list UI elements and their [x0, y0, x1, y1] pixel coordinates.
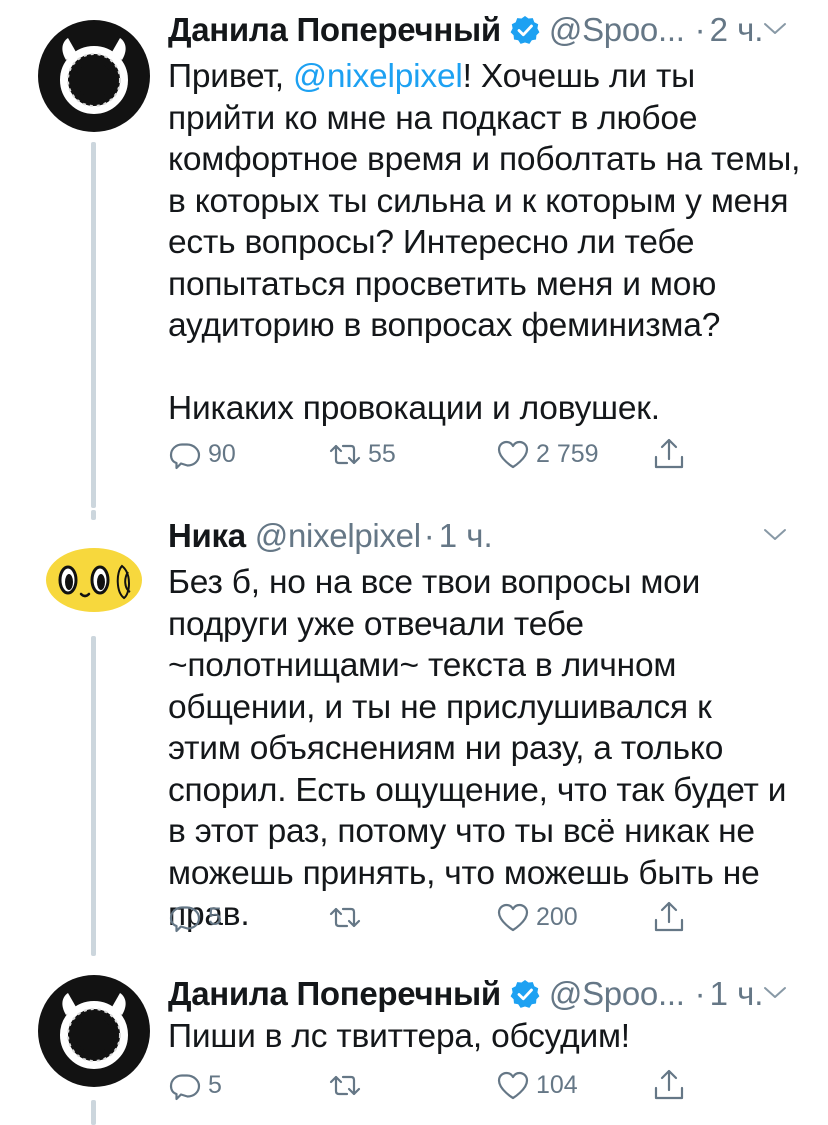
verified-badge-icon — [509, 979, 540, 1009]
share-icon — [654, 438, 684, 469]
like-button[interactable]: 200 — [496, 900, 578, 934]
tweet-3[interactable]: Данила Поперечный @Spoo... · 1 ч. Пиши в… — [0, 960, 828, 1125]
author-handle[interactable]: @Spoo... — [549, 975, 685, 1013]
thread-line — [91, 636, 96, 956]
reply-count: 5 — [208, 902, 222, 931]
retweet-icon — [329, 444, 361, 465]
reply-count: 5 — [208, 1070, 222, 1099]
share-icon — [654, 1069, 684, 1100]
tweet-header: Ника @nixelpixel · 1 ч. — [168, 514, 788, 558]
reply-icon — [169, 906, 201, 933]
text-fragment: ! Хочешь ли ты прийти ко мне на подкаст … — [168, 58, 801, 344]
chevron-down-icon[interactable] — [762, 522, 788, 548]
reply-button[interactable]: 5 — [168, 1068, 222, 1102]
action-bar: 5 104 — [168, 1068, 728, 1108]
avatar[interactable] — [38, 975, 150, 1087]
tweet-paragraph: Пиши в лс твиттера, обсудим! — [168, 1018, 630, 1055]
timestamp[interactable]: 1 ч. — [439, 517, 493, 555]
like-count: 200 — [536, 902, 578, 931]
share-button[interactable] — [652, 900, 686, 934]
retweet-count: 55 — [368, 439, 396, 468]
timestamp[interactable]: 1 ч. — [710, 975, 764, 1013]
reply-button[interactable]: 5 — [168, 900, 222, 934]
tweet-2[interactable]: Ника @nixelpixel · 1 ч. Без б, но на все… — [0, 510, 828, 960]
logo-avatar-icon — [38, 975, 150, 1087]
retweet-icon — [329, 1075, 361, 1096]
verified-badge-icon — [509, 15, 540, 45]
tweet-text: Без б, но на все твои вопросы мои подруг… — [168, 562, 793, 936]
heart-icon — [497, 903, 529, 932]
heart-icon — [497, 440, 529, 469]
author-handle[interactable]: @nixelpixel — [255, 517, 421, 555]
reply-icon — [169, 443, 201, 470]
separator: · — [694, 11, 706, 48]
like-button[interactable]: 2 759 — [496, 437, 599, 471]
share-button[interactable] — [652, 437, 686, 471]
action-bar: 5 200 — [168, 900, 728, 940]
tweet-text: Привет, @nixelpixel! Хочешь ли ты прийти… — [168, 56, 808, 430]
author-name[interactable]: Ника — [168, 517, 246, 555]
author-name[interactable]: Данила Поперечный — [168, 975, 501, 1013]
share-icon — [654, 901, 684, 932]
retweet-button[interactable] — [328, 900, 368, 934]
thread-line-top — [91, 510, 96, 520]
action-bar: 90 55 2 759 — [168, 437, 728, 477]
separator: · — [423, 517, 435, 554]
share-button[interactable] — [652, 1068, 686, 1102]
heart-icon — [497, 1071, 529, 1100]
like-count: 104 — [536, 1070, 578, 1099]
tweet-1[interactable]: Данила Поперечный @Spoo... · 2 ч. Привет… — [0, 0, 828, 510]
logo-avatar-icon — [38, 20, 150, 132]
author-handle[interactable]: @Spoo... — [549, 11, 685, 49]
retweet-button[interactable] — [328, 1068, 368, 1102]
like-button[interactable]: 104 — [496, 1068, 578, 1102]
chevron-down-icon[interactable] — [762, 16, 788, 42]
tweet-paragraph: Без б, но на все твои вопросы мои подруг… — [168, 564, 787, 933]
avatar[interactable] — [38, 522, 150, 634]
tweet-text: Пиши в лс твиттера, обсудим! — [168, 1016, 808, 1058]
timestamp[interactable]: 2 ч. — [710, 11, 764, 49]
tweet-header: Данила Поперечный @Spoo... · 1 ч. — [168, 972, 788, 1016]
tweet-paragraph: Привет, @nixelpixel! Хочешь ли ты прийти… — [168, 56, 808, 347]
retweet-icon — [329, 907, 361, 928]
text-fragment: Привет, — [168, 58, 294, 95]
nika-avatar-icon — [46, 548, 142, 612]
author-name[interactable]: Данила Поперечный — [168, 11, 501, 49]
separator: · — [694, 975, 706, 1012]
reply-icon — [169, 1074, 201, 1101]
tweet-paragraph: Никаких провокации и ловушек. — [168, 390, 660, 427]
retweet-button[interactable]: 55 — [328, 437, 396, 471]
tweet-header: Данила Поперечный @Spoo... · 2 ч. — [168, 8, 788, 52]
mention-link[interactable]: @nixelpixel — [293, 58, 463, 95]
like-count: 2 759 — [536, 439, 599, 468]
thread-line — [91, 1100, 96, 1125]
reply-count: 90 — [208, 439, 236, 468]
reply-button[interactable]: 90 — [168, 437, 236, 471]
thread-line — [91, 142, 96, 508]
avatar[interactable] — [38, 20, 150, 132]
chevron-down-icon[interactable] — [762, 980, 788, 1006]
